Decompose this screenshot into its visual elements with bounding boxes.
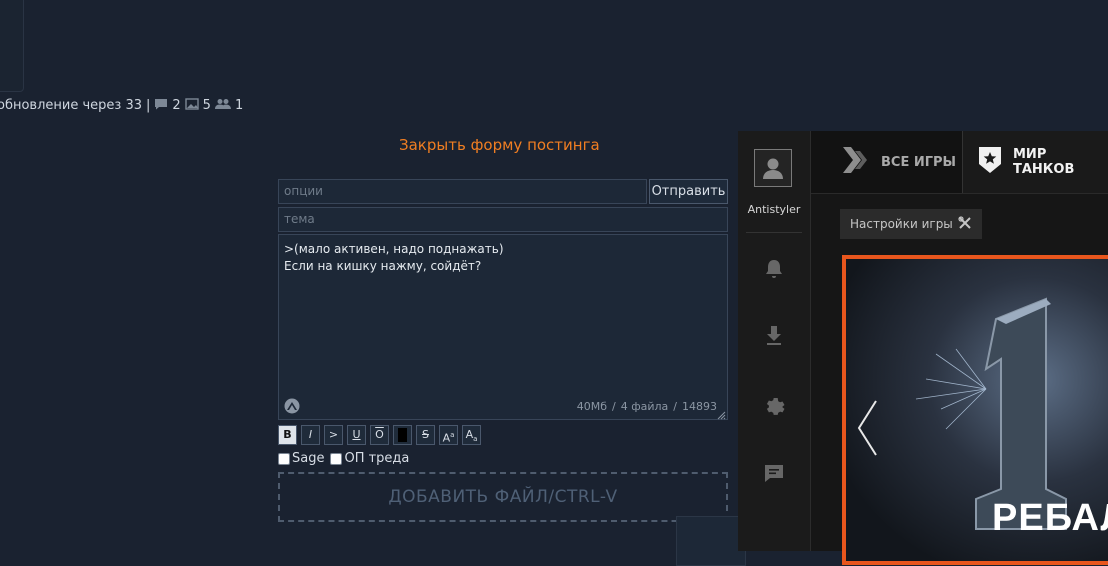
op-checkbox[interactable]: ОП треда — [330, 451, 409, 466]
image-icon — [184, 98, 199, 113]
post-options: Sage ОП треда — [278, 451, 409, 466]
posters-count: 1 — [234, 98, 244, 113]
tab-world-of-tanks-label: МИР ТАНКОВ — [1013, 147, 1075, 177]
banner-prev-arrow-icon[interactable] — [856, 399, 878, 461]
close-posting-form-link[interactable]: Закрыть форму постинга — [399, 136, 600, 154]
op-checkbox-box[interactable] — [330, 452, 343, 465]
strikethrough-button[interactable]: S — [416, 425, 435, 445]
users-icon — [214, 98, 231, 113]
captcha-icon[interactable] — [284, 398, 300, 414]
all-games-icon — [841, 145, 871, 179]
game-settings-label: Настройки игры — [850, 217, 953, 231]
italic-button[interactable]: I — [301, 425, 320, 445]
op-label: ОП треда — [344, 451, 410, 466]
status-separator: | — [146, 98, 151, 113]
message-line: >(мало активен, надо поднажать) — [284, 242, 504, 256]
underline-button[interactable]: U — [347, 425, 366, 445]
resize-handle-icon[interactable] — [716, 408, 726, 420]
game-promo-banner[interactable]: РЕБАЛ — [842, 255, 1108, 565]
images-count: 5 — [202, 98, 211, 113]
banner-title: РЕБАЛ — [992, 497, 1108, 539]
quote-button[interactable]: > — [324, 425, 343, 445]
options-input[interactable]: опции — [278, 179, 647, 204]
message-line: Если на кишку нажму, сойдёт? — [284, 259, 482, 273]
world-of-tanks-icon — [977, 145, 1003, 179]
chat-icon[interactable] — [762, 461, 786, 485]
tab-all-games-label: ВСЕ ИГРЫ — [881, 154, 957, 170]
comment-icon — [154, 98, 168, 113]
bottom-panel-edge — [676, 516, 746, 566]
game-settings-button[interactable]: Настройки игры — [840, 209, 982, 239]
limit-separator: / — [612, 400, 616, 413]
spoiler-button[interactable] — [393, 425, 412, 445]
sage-checkbox-box[interactable] — [278, 452, 290, 465]
replies-count: 2 — [172, 98, 181, 113]
limit-separator: / — [673, 400, 677, 413]
refresh-countdown: обновление через 33 — [0, 98, 142, 113]
username-label: Antistyler — [747, 203, 801, 216]
bell-icon[interactable] — [762, 257, 786, 281]
limit-chars: 14893 — [682, 400, 717, 413]
subscript-button[interactable]: Aa — [462, 425, 481, 445]
game-center-overlay: Antistyler ВСЕ ИГРЫ МИР ТАНКОВ Настройки… — [738, 131, 1108, 565]
markup-toolbar: B I > U O S Aa Aa — [278, 425, 481, 445]
file-dropzone[interactable]: ДОБАВИТЬ ФАЙЛ/CTRL-V — [278, 472, 728, 522]
sage-checkbox[interactable]: Sage — [278, 451, 324, 466]
tab-world-of-tanks[interactable]: МИР ТАНКОВ — [962, 131, 1108, 193]
sage-label: Sage — [292, 451, 325, 466]
send-button[interactable]: Отправить — [649, 179, 728, 204]
download-icon[interactable] — [762, 323, 786, 347]
post-limits-counter: 40Мб / 4 файла / 14893 — [577, 398, 717, 415]
limit-files: 4 файла — [620, 400, 669, 413]
message-textarea[interactable]: >(мало активен, надо поднажать) Если на … — [278, 234, 728, 420]
overline-button[interactable]: O — [370, 425, 389, 445]
bold-button[interactable]: B — [278, 425, 297, 445]
gear-icon[interactable] — [762, 393, 786, 417]
subject-input[interactable]: тема — [278, 207, 728, 232]
overlay-game-tabs: ВСЕ ИГРЫ МИР ТАНКОВ — [811, 131, 1108, 194]
overlay-sidebar: Antistyler — [738, 131, 811, 551]
sidebar-divider — [746, 232, 802, 233]
limit-size: 40Мб — [576, 400, 607, 413]
tab-all-games[interactable]: ВСЕ ИГРЫ — [811, 131, 961, 193]
spoiler-swatch — [398, 428, 407, 442]
superscript-button[interactable]: Aa — [439, 425, 458, 445]
tools-icon — [958, 215, 972, 233]
user-avatar[interactable] — [754, 149, 792, 187]
top-panel-edge — [0, 0, 24, 92]
thread-status-bar: обновление через 33 | 2 5 1 — [0, 98, 243, 113]
